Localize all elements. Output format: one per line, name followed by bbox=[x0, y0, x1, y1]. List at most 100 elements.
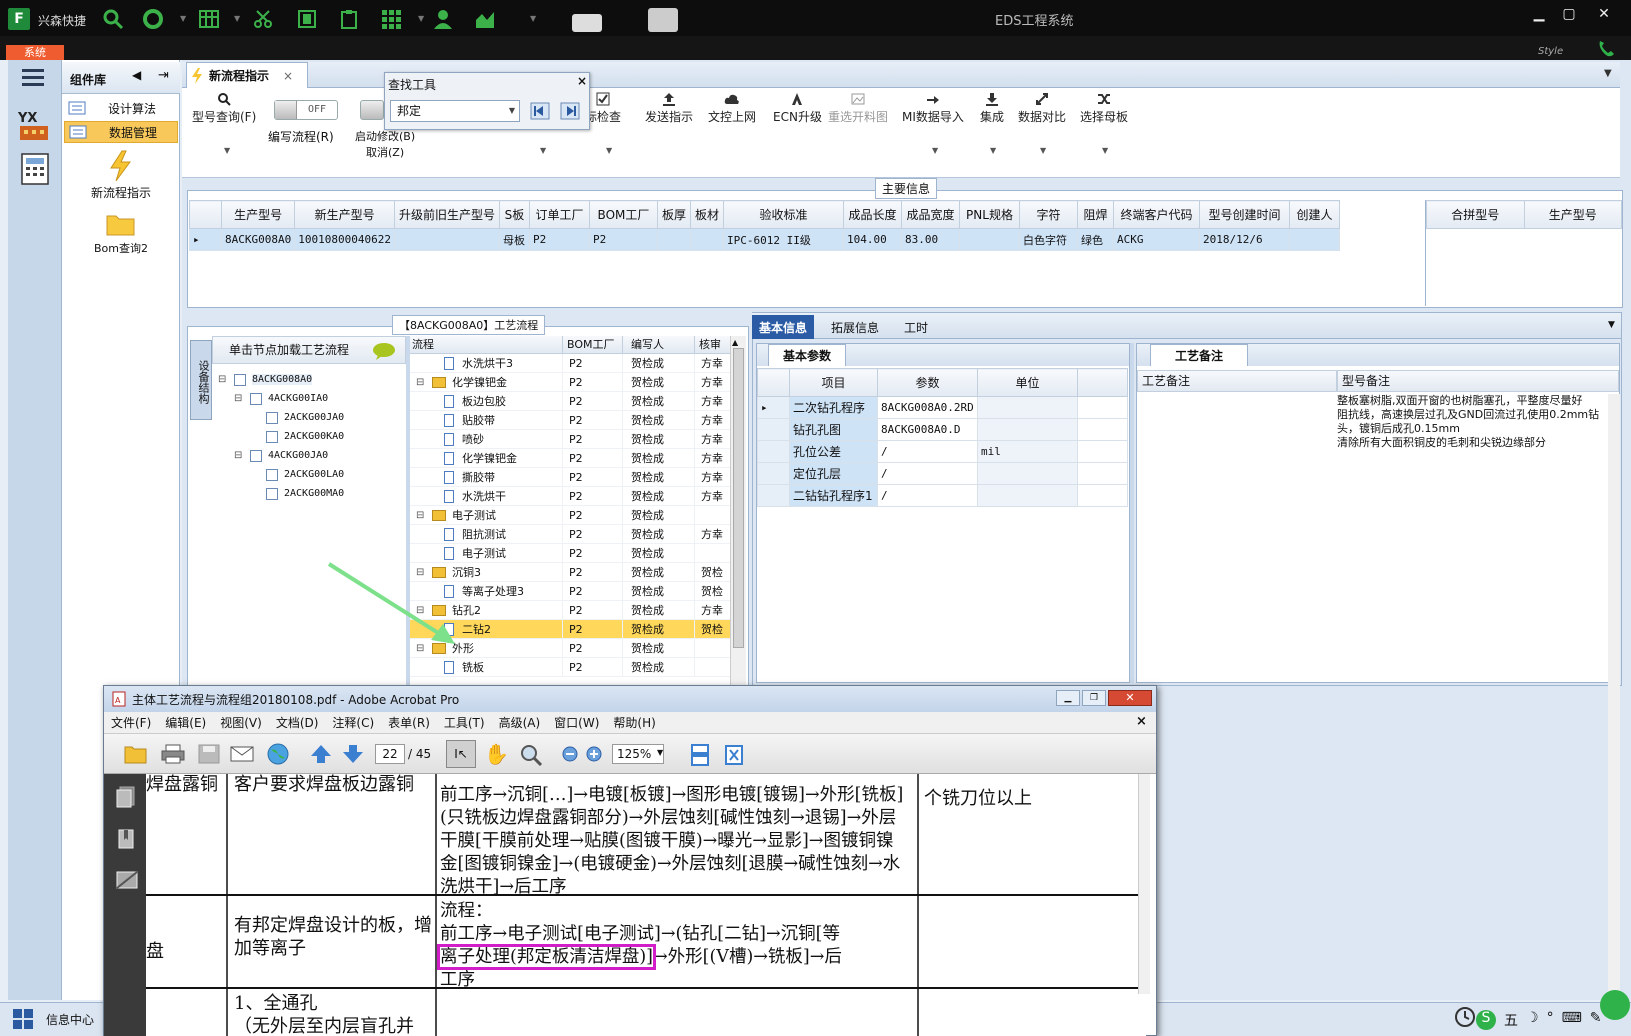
tree-node[interactable]: ⊟ 8ACKG008A0 bbox=[214, 370, 404, 389]
tool-icon[interactable]: ✎ bbox=[1590, 1010, 1602, 1030]
zoom-out-icon[interactable] bbox=[562, 746, 578, 762]
ime-tray[interactable]: S 五 ☽ ° ⌨ ✎ bbox=[1476, 1010, 1602, 1030]
column-header[interactable]: 成品宽度 bbox=[901, 200, 960, 229]
keyboard-icon[interactable]: ⌨ bbox=[1562, 1010, 1582, 1030]
column-header[interactable]: 验收标准 bbox=[723, 200, 844, 229]
folder-icon[interactable] bbox=[106, 212, 136, 236]
acrobat-menu-item[interactable]: 视图(V) bbox=[213, 714, 269, 731]
sidebar-item-design-algorithm[interactable]: 设计算法 bbox=[64, 97, 178, 119]
scroll-thumb[interactable] bbox=[733, 348, 744, 648]
zoom-tool-icon[interactable] bbox=[520, 744, 542, 766]
select-tool-icon[interactable]: I↖ bbox=[446, 740, 476, 768]
minimize-icon[interactable]: ▁ bbox=[1056, 690, 1080, 706]
system-tab[interactable]: 系统 bbox=[6, 45, 64, 60]
param-item[interactable]: 二钻钻孔程序1 bbox=[789, 484, 878, 507]
row-pointer[interactable] bbox=[757, 462, 790, 485]
close-icon[interactable]: × bbox=[577, 74, 587, 88]
acrobat-menu-item[interactable]: 文档(D) bbox=[269, 714, 326, 731]
row-pointer[interactable] bbox=[757, 418, 790, 441]
row-pointer[interactable]: ▸ bbox=[189, 228, 222, 251]
punctuation-icon[interactable]: ° bbox=[1547, 1010, 1554, 1030]
sidebar-item-data-management[interactable]: 数据管理 bbox=[64, 121, 178, 143]
collapse-icon[interactable]: ⊟ bbox=[218, 374, 230, 385]
param-item[interactable]: 二次钻孔程序 bbox=[789, 396, 878, 419]
table-cell[interactable] bbox=[959, 228, 1020, 251]
flow-row[interactable]: 板边包胶 P2 贺检成 方幸 bbox=[410, 392, 730, 411]
param-value[interactable]: 8ACKG008A0.2RD bbox=[877, 396, 978, 419]
model-remarks-text[interactable]: 整板塞树脂,双面开窗的也树脂塞孔，平整度尽量好 阻抗线，高速换层过孔及GND回流… bbox=[1337, 394, 1607, 994]
page-number-input[interactable]: 22 bbox=[375, 744, 405, 764]
acrobat-menu-item[interactable]: 注释(C) bbox=[325, 714, 381, 731]
chevron-down-icon[interactable]: ▼ bbox=[418, 14, 424, 23]
tab-basic-info[interactable]: 基本信息 bbox=[752, 315, 815, 339]
table-cell[interactable]: 10010800040622 bbox=[294, 228, 395, 251]
zoom-in-icon[interactable] bbox=[586, 746, 602, 762]
hand-icon[interactable]: ✋ bbox=[484, 742, 509, 766]
table-cell[interactable]: P2 bbox=[528, 228, 590, 251]
minimize-icon[interactable]: ▁ bbox=[1525, 5, 1553, 23]
table-cell[interactable]: 83.00 bbox=[901, 228, 960, 251]
next-page-icon[interactable] bbox=[342, 744, 364, 764]
chevron-down-icon[interactable]: ▼ bbox=[540, 146, 546, 155]
find-input[interactable]: 邦定 ▼ bbox=[390, 100, 520, 122]
tree-node[interactable]: ⊟ 4ACKG00JA0 bbox=[214, 446, 404, 465]
param-unit[interactable] bbox=[977, 396, 1078, 419]
pages-icon[interactable] bbox=[116, 786, 136, 808]
chevron-down-icon[interactable]: ▼ bbox=[509, 101, 515, 121]
globe-icon[interactable] bbox=[266, 742, 290, 766]
windows-icon[interactable] bbox=[12, 1008, 34, 1030]
column-header[interactable]: S板 bbox=[498, 200, 530, 229]
param-unit[interactable] bbox=[977, 418, 1078, 441]
param-row[interactable]: 孔位公差 / mil bbox=[757, 440, 1128, 463]
side-tab-device-structure[interactable]: 设备结构 bbox=[190, 340, 212, 420]
ime-icon[interactable]: S bbox=[1476, 1010, 1496, 1030]
column-header[interactable]: PNL规格 bbox=[959, 200, 1020, 229]
column-header[interactable]: 阻焊 bbox=[1077, 200, 1114, 229]
param-value[interactable]: 8ACKG008A0.D bbox=[877, 418, 978, 441]
user-icon[interactable] bbox=[430, 6, 456, 32]
tab-process-remarks[interactable]: 工艺备注 bbox=[1150, 344, 1249, 366]
acrobat-menu-item[interactable]: 高级(A) bbox=[492, 714, 548, 731]
param-value[interactable]: / bbox=[877, 462, 978, 485]
chevron-up-icon[interactable]: ▲ bbox=[732, 338, 738, 347]
tab-work-hours[interactable]: 工时 bbox=[897, 315, 935, 339]
cancel-label[interactable]: 取消(Z) bbox=[366, 144, 404, 160]
collapse-icon[interactable]: ⊟ bbox=[234, 393, 246, 404]
column-header[interactable]: 新生产型号 bbox=[294, 200, 395, 229]
param-unit[interactable] bbox=[977, 484, 1078, 507]
param-value[interactable]: / bbox=[877, 440, 978, 463]
ime-mode-icon[interactable]: 五 bbox=[1504, 1010, 1518, 1030]
find-next-icon[interactable] bbox=[560, 102, 580, 120]
open-folder-icon[interactable] bbox=[124, 744, 148, 764]
close-icon[interactable]: ✕ bbox=[1590, 5, 1618, 23]
chevron-down-icon[interactable]: ▼ bbox=[234, 14, 240, 23]
column-header[interactable]: 生产型号 bbox=[220, 200, 296, 229]
tab-extended-info[interactable]: 拓展信息 bbox=[824, 315, 886, 339]
yx-module-icon[interactable]: YX bbox=[16, 106, 52, 142]
close-icon[interactable]: ✕ bbox=[1108, 690, 1152, 706]
table-cell[interactable]: 母板 bbox=[498, 228, 530, 251]
sidebar-item-new-flow[interactable]: 新流程指示 bbox=[62, 184, 180, 201]
tree-node[interactable]: 2ACKG00JA0 bbox=[214, 408, 404, 427]
column-header[interactable]: 字符 bbox=[1019, 200, 1078, 229]
param-unit[interactable]: mil bbox=[977, 440, 1078, 463]
print-icon[interactable] bbox=[161, 744, 185, 764]
param-unit[interactable] bbox=[977, 462, 1078, 485]
column-header[interactable]: 板厚 bbox=[656, 200, 691, 229]
tree-node[interactable]: 2ACKG00MA0 bbox=[214, 484, 404, 503]
data-compare-button[interactable]: 数据对比 bbox=[1018, 92, 1066, 125]
row-pointer[interactable]: ▸ bbox=[757, 396, 790, 419]
tree-node[interactable]: 2ACKG00KA0 bbox=[214, 427, 404, 446]
flow-row[interactable]: 撕胶带 P2 贺检成 方幸 bbox=[410, 468, 730, 487]
email-icon[interactable] bbox=[230, 744, 254, 764]
chevron-down-icon[interactable]: ▼ bbox=[990, 146, 996, 155]
hamburger-icon[interactable] bbox=[20, 66, 48, 88]
table-cell[interactable] bbox=[1289, 228, 1340, 251]
flow-row[interactable]: 喷砂 P2 贺检成 方幸 bbox=[410, 430, 730, 449]
column-header[interactable]: 终端客户代码 bbox=[1113, 200, 1200, 229]
remarks-scrollbar[interactable] bbox=[1608, 394, 1620, 994]
collapse-icon[interactable]: ⊟ bbox=[234, 450, 246, 461]
chevron-down-icon[interactable]: ▼ bbox=[1040, 146, 1046, 155]
flow-row[interactable]: 阻抗测试 P2 贺检成 方幸 bbox=[410, 525, 730, 544]
column-header[interactable]: 升级前旧生产型号 bbox=[393, 200, 500, 229]
